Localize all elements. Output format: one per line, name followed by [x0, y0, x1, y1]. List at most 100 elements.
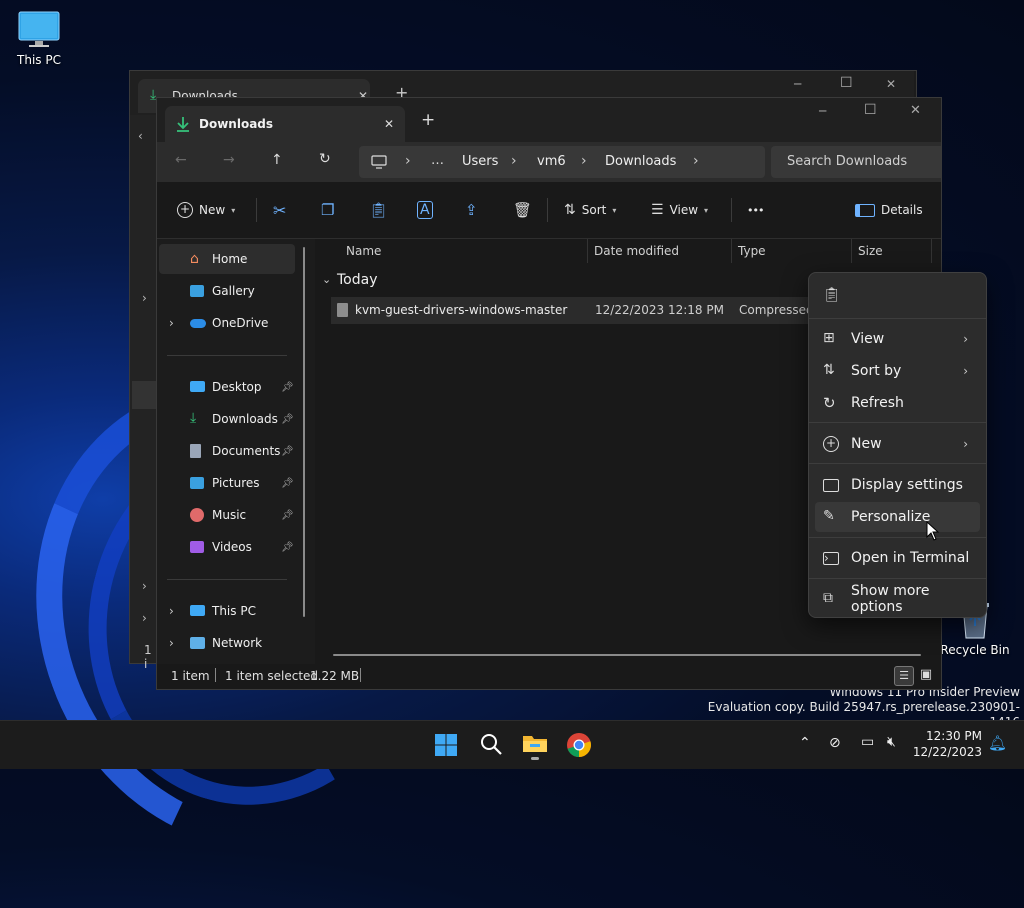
- network-disconnected-icon[interactable]: ⊘: [829, 735, 841, 751]
- breadcrumb-downloads[interactable]: Downloads: [605, 154, 676, 169]
- nav-scrollbar[interactable]: [303, 247, 305, 617]
- view-button[interactable]: ☰ View ▾: [651, 182, 708, 238]
- cut-button[interactable]: ✂: [273, 182, 286, 238]
- column-divider[interactable]: [931, 239, 932, 263]
- sidebar-item-videos[interactable]: Videos 📌︎: [159, 532, 295, 562]
- chevron-up-icon[interactable]: ⌃: [799, 735, 811, 751]
- navigation-pane: ⌂ Home Gallery › OneDrive Desktop 📌︎ ⤓ D…: [157, 239, 315, 664]
- search-input[interactable]: Search Downloads: [787, 154, 907, 169]
- chrome-taskbar-button[interactable]: [566, 732, 592, 758]
- paste-icon[interactable]: 📋︎: [823, 287, 841, 305]
- refresh-icon: ↻: [823, 394, 836, 412]
- pen-icon: ✎: [823, 508, 835, 524]
- more-options-button[interactable]: •••: [747, 182, 764, 238]
- file-explorer-taskbar-button[interactable]: [521, 731, 549, 760]
- sort-button[interactable]: ⇅ Sort ▾: [564, 182, 616, 238]
- column-divider[interactable]: [587, 239, 588, 263]
- close-icon[interactable]: ✕: [910, 103, 921, 118]
- pin-icon[interactable]: 📌︎: [281, 414, 294, 425]
- breadcrumb[interactable]: › … › Users › vm6 › Downloads ›: [359, 146, 765, 178]
- column-date[interactable]: Date modified: [594, 239, 679, 263]
- tiles-view-icon[interactable]: ▣: [917, 666, 935, 684]
- sidebar-item-desktop[interactable]: Desktop 📌︎: [159, 372, 295, 402]
- menu-item-sort-by[interactable]: ⇅ Sort by ›: [815, 356, 980, 386]
- pin-icon[interactable]: 📌︎: [281, 446, 294, 457]
- pin-icon[interactable]: 📌︎: [281, 542, 294, 553]
- sidebar-item-downloads[interactable]: ⤓ Downloads 📌︎: [159, 404, 295, 434]
- paste-button[interactable]: 📋︎: [369, 182, 388, 238]
- menu-item-personalize[interactable]: ✎ Personalize: [815, 502, 980, 532]
- breadcrumb-vm6[interactable]: vm6: [537, 154, 566, 169]
- share-button[interactable]: ⇪: [465, 182, 478, 238]
- chevron-right-icon: ›: [963, 332, 968, 346]
- maximize-icon[interactable]: ☐: [864, 102, 877, 118]
- up-arrow-icon[interactable]: ↑: [271, 152, 283, 168]
- rename-button[interactable]: A: [417, 182, 433, 238]
- clock[interactable]: 12:30 PM 12/22/2023: [910, 728, 982, 760]
- sidebar-item-this-pc[interactable]: › This PC: [159, 596, 295, 626]
- close-icon[interactable]: ✕: [886, 77, 896, 91]
- copy-button[interactable]: ❐: [321, 182, 334, 238]
- menu-item-open-terminal[interactable]: ›_ Open in Terminal: [815, 543, 980, 573]
- pin-icon[interactable]: 📌︎: [281, 510, 294, 521]
- breadcrumb-users[interactable]: Users: [462, 154, 498, 169]
- sidebar-item-gallery[interactable]: Gallery: [159, 276, 295, 306]
- forward-arrow-icon[interactable]: →: [223, 152, 235, 168]
- minimize-icon[interactable]: ─: [794, 77, 801, 91]
- maximize-icon[interactable]: ☐: [840, 75, 853, 91]
- start-button[interactable]: [434, 733, 458, 757]
- chevron-right-icon[interactable]: ›: [169, 604, 174, 618]
- chevron-right-icon[interactable]: ›: [169, 316, 174, 330]
- menu-item-show-more-options[interactable]: ⧉ Show more options: [815, 583, 980, 615]
- nav-divider: [167, 355, 287, 356]
- sidebar-item-label: Network: [212, 636, 263, 650]
- sidebar-item-documents[interactable]: Documents 📌︎: [159, 436, 295, 466]
- display-tray-icon[interactable]: ▭: [861, 734, 874, 750]
- sidebar-item-pictures[interactable]: Pictures 📌︎: [159, 468, 295, 498]
- new-label: New: [199, 203, 226, 217]
- sidebar-item-label: Documents: [212, 444, 281, 458]
- refresh-icon[interactable]: ↻: [319, 151, 331, 167]
- minimize-icon[interactable]: ─: [819, 104, 826, 118]
- add-tab-icon[interactable]: +: [421, 110, 435, 130]
- volume-muted-icon[interactable]: 🔇︎: [887, 734, 896, 750]
- plus-circle-icon: +: [177, 202, 193, 218]
- column-size[interactable]: Size: [858, 239, 883, 263]
- details-view-icon[interactable]: ☰: [894, 666, 914, 686]
- sidebar-item-music[interactable]: Music 📌︎: [159, 500, 295, 530]
- column-name[interactable]: Name: [346, 239, 381, 263]
- breadcrumb-overflow[interactable]: …: [431, 153, 444, 168]
- pin-icon[interactable]: 📌︎: [281, 382, 294, 393]
- search-button[interactable]: [479, 732, 503, 756]
- column-type[interactable]: Type: [738, 239, 766, 263]
- desktop-icon-label: This PC: [17, 53, 61, 67]
- tab-downloads[interactable]: Downloads ✕: [165, 106, 405, 142]
- sidebar-item-label: Pictures: [212, 476, 260, 490]
- horizontal-scrollbar[interactable]: [333, 654, 921, 656]
- menu-item-new[interactable]: + New ›: [815, 429, 980, 459]
- column-divider[interactable]: [851, 239, 852, 263]
- menu-item-display-settings[interactable]: Display settings: [815, 470, 980, 500]
- new-button[interactable]: + New ▾: [177, 182, 235, 238]
- sidebar-item-onedrive[interactable]: › OneDrive: [159, 308, 295, 338]
- chevron-right-icon[interactable]: ›: [169, 636, 174, 650]
- menu-item-view[interactable]: ⊞ View ›: [815, 324, 980, 354]
- back-arrow-icon[interactable]: ←: [175, 152, 187, 168]
- close-tab-icon[interactable]: ✕: [384, 117, 394, 131]
- sidebar-item-home[interactable]: ⌂ Home: [159, 244, 295, 274]
- sidebar-item-network[interactable]: › Network: [159, 628, 295, 658]
- chevron-right-icon: ›: [963, 437, 968, 451]
- desktop-icon-this-pc[interactable]: This PC: [4, 10, 74, 67]
- details-pane-button[interactable]: Details: [855, 182, 923, 238]
- pin-icon[interactable]: 📌︎: [281, 478, 294, 489]
- chevron-right-icon: ›: [142, 611, 147, 625]
- menu-item-refresh[interactable]: ↻ Refresh: [815, 388, 980, 418]
- menu-divider: [809, 318, 986, 319]
- file-type: Compressed: [739, 303, 814, 317]
- search-icon: [481, 734, 502, 755]
- delete-button[interactable]: 🗑︎: [513, 182, 532, 238]
- column-divider[interactable]: [731, 239, 732, 263]
- search-box[interactable]: Search Downloads: [771, 146, 941, 178]
- notification-bell-icon[interactable]: 🔔︎: [988, 734, 1007, 752]
- back-selected-row: [132, 381, 156, 409]
